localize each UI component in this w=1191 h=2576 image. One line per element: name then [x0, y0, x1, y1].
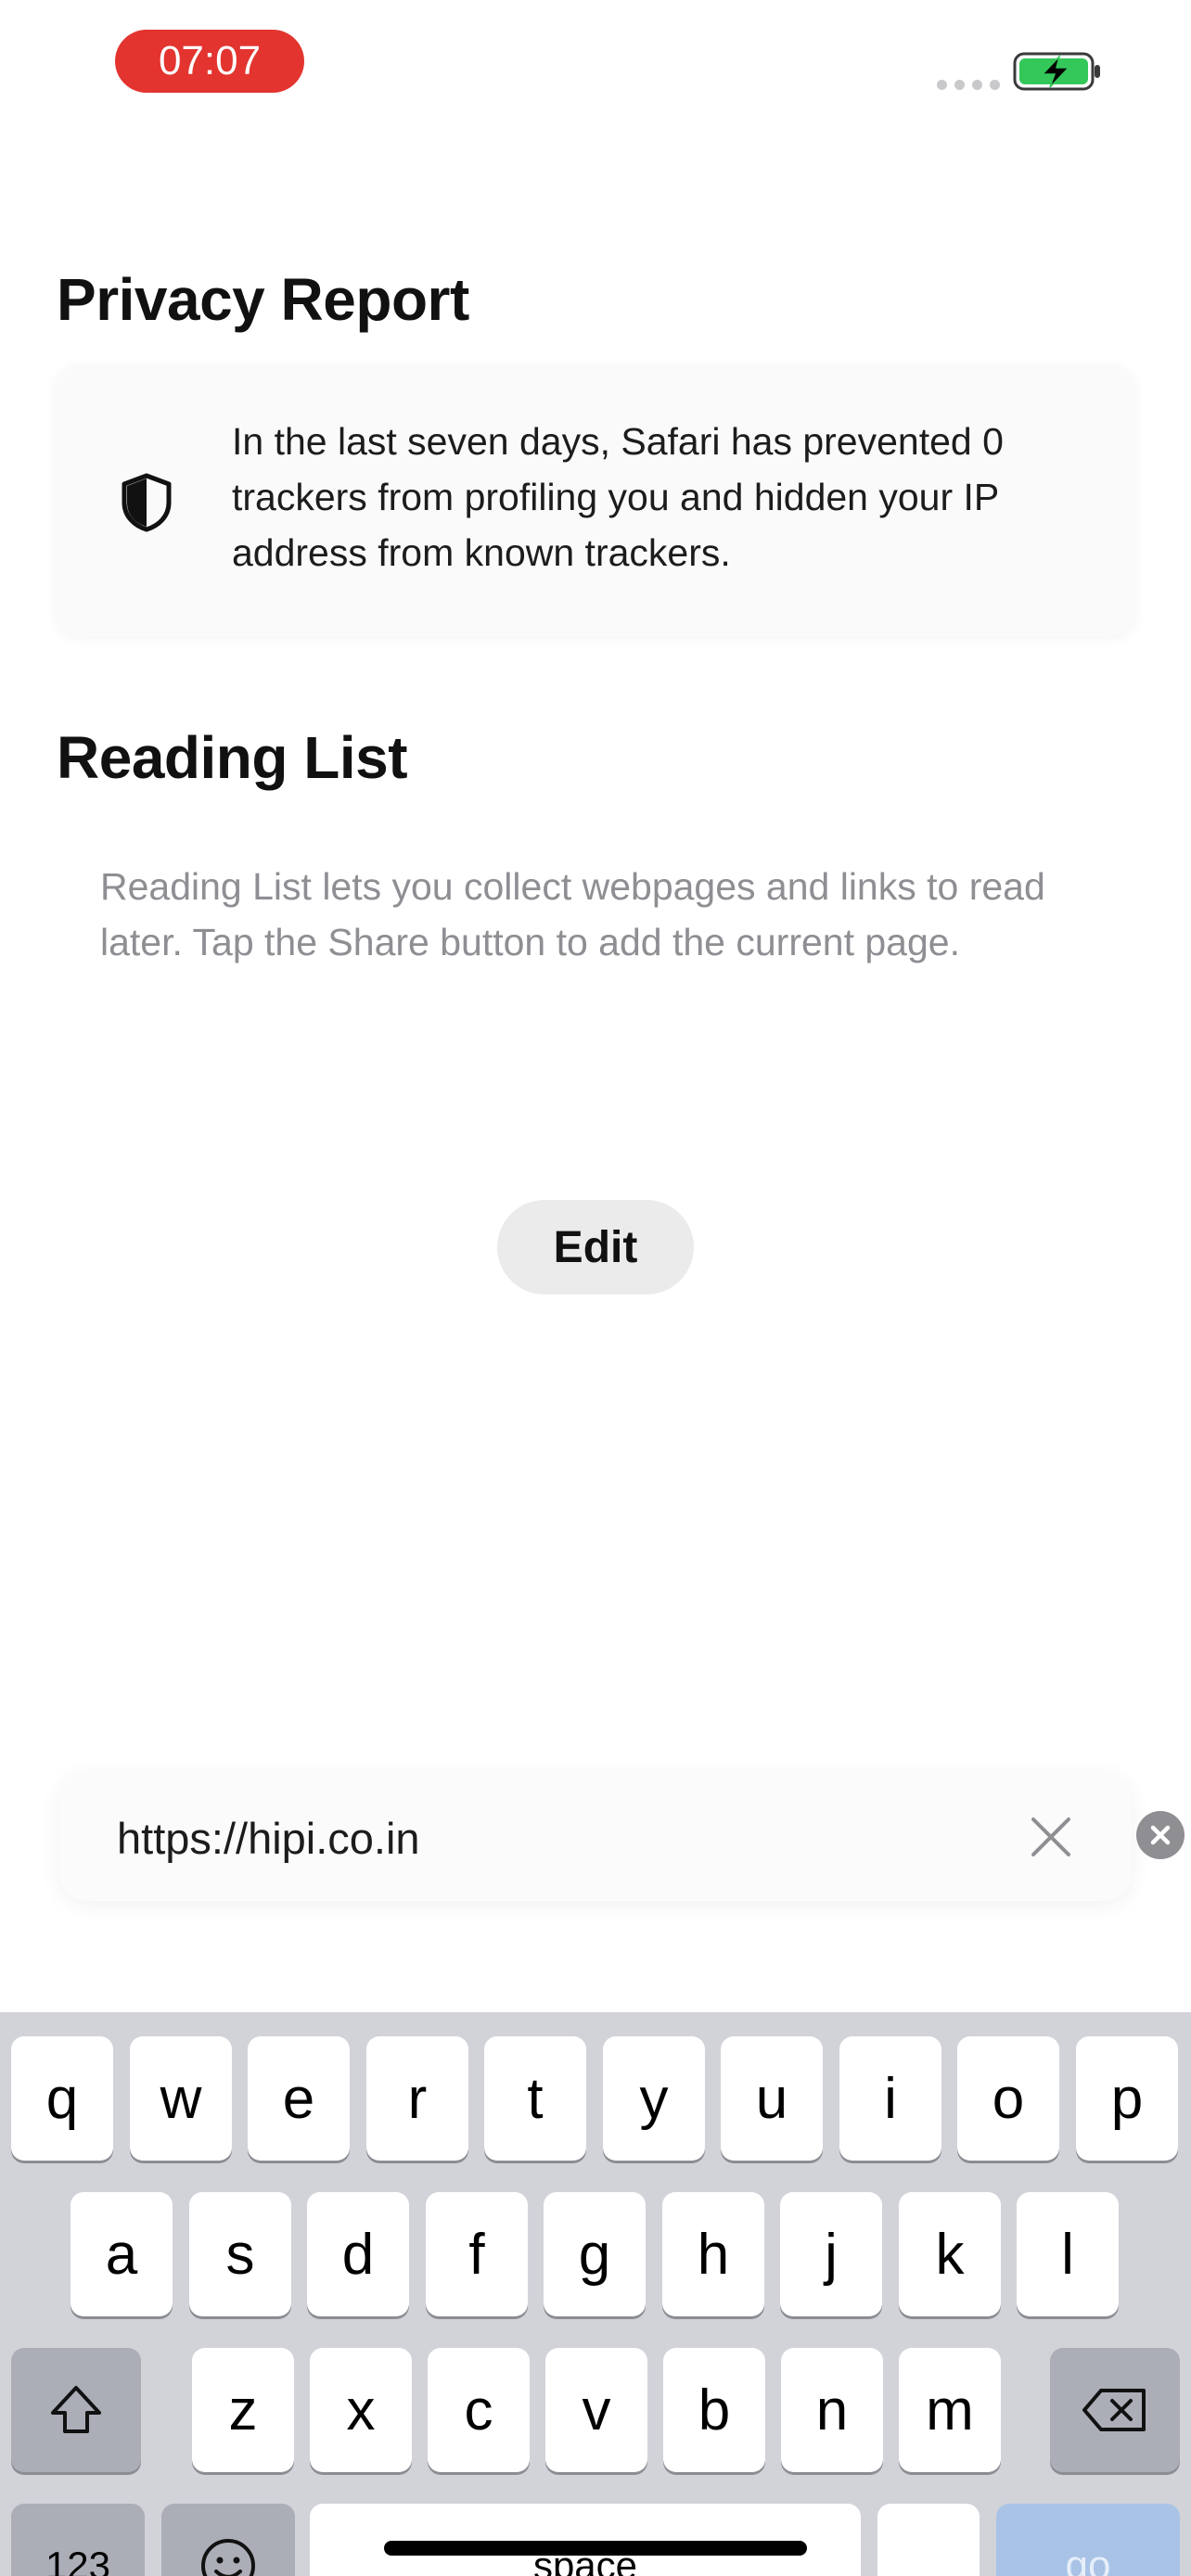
go-key[interactable]: go — [996, 2504, 1180, 2576]
cancel-icon[interactable] — [1024, 1810, 1078, 1864]
key-w[interactable]: w — [130, 2036, 232, 2161]
key-q[interactable]: q — [11, 2036, 113, 2161]
home-indicator — [384, 2541, 807, 2556]
key-d[interactable]: d — [307, 2192, 409, 2316]
clear-text-icon[interactable] — [1135, 1810, 1185, 1860]
key-n[interactable]: n — [781, 2348, 883, 2472]
numbers-key[interactable]: 123 — [11, 2504, 145, 2576]
period-key[interactable]: . — [877, 2504, 980, 2576]
key-k[interactable]: k — [899, 2192, 1001, 2316]
status-bar: 07:07 — [0, 0, 1191, 130]
backspace-icon — [1082, 2389, 1146, 2431]
emoji-key[interactable] — [161, 2504, 295, 2576]
key-g[interactable]: g — [544, 2192, 646, 2316]
key-x[interactable]: x — [310, 2348, 412, 2472]
key-o[interactable]: o — [957, 2036, 1059, 2161]
url-input[interactable] — [117, 1801, 952, 1875]
key-m[interactable]: m — [899, 2348, 1001, 2472]
shield-icon — [122, 473, 172, 532]
reading-list-title: Reading List — [57, 724, 408, 791]
key-s[interactable]: s — [189, 2192, 291, 2316]
reading-list-description: Reading List lets you collect webpages a… — [100, 865, 1045, 963]
key-i[interactable]: i — [839, 2036, 941, 2161]
emoji-icon — [201, 2539, 255, 2576]
privacy-report-message: In the last seven days, Safari has preve… — [232, 420, 1004, 574]
key-c[interactable]: c — [428, 2348, 530, 2472]
key-j[interactable]: j — [780, 2192, 882, 2316]
key-p[interactable]: p — [1076, 2036, 1178, 2161]
key-f[interactable]: f — [426, 2192, 528, 2316]
key-u[interactable]: u — [721, 2036, 823, 2161]
key-b[interactable]: b — [663, 2348, 765, 2472]
key-r[interactable]: r — [366, 2036, 468, 2161]
space-key[interactable]: space — [310, 2504, 861, 2576]
key-v[interactable]: v — [545, 2348, 647, 2472]
cellular-signal-icon — [937, 80, 1000, 90]
key-h[interactable]: h — [662, 2192, 764, 2316]
privacy-report-card[interactable]: In the last seven days, Safari has preve… — [56, 365, 1135, 636]
delete-key[interactable] — [1050, 2348, 1180, 2472]
key-l[interactable]: l — [1017, 2192, 1119, 2316]
key-t[interactable]: t — [484, 2036, 586, 2161]
shift-key[interactable] — [11, 2348, 141, 2472]
key-y[interactable]: y — [603, 2036, 705, 2161]
shift-icon — [51, 2386, 101, 2433]
key-z[interactable]: z — [192, 2348, 294, 2472]
edit-button[interactable]: Edit — [497, 1200, 694, 1294]
battery-charging-icon — [1013, 52, 1100, 91]
address-bar[interactable] — [59, 1773, 1185, 1901]
privacy-report-title: Privacy Report — [57, 266, 469, 333]
key-a[interactable]: a — [70, 2192, 173, 2316]
status-time: 07:07 — [115, 30, 304, 93]
key-e[interactable]: e — [248, 2036, 350, 2161]
